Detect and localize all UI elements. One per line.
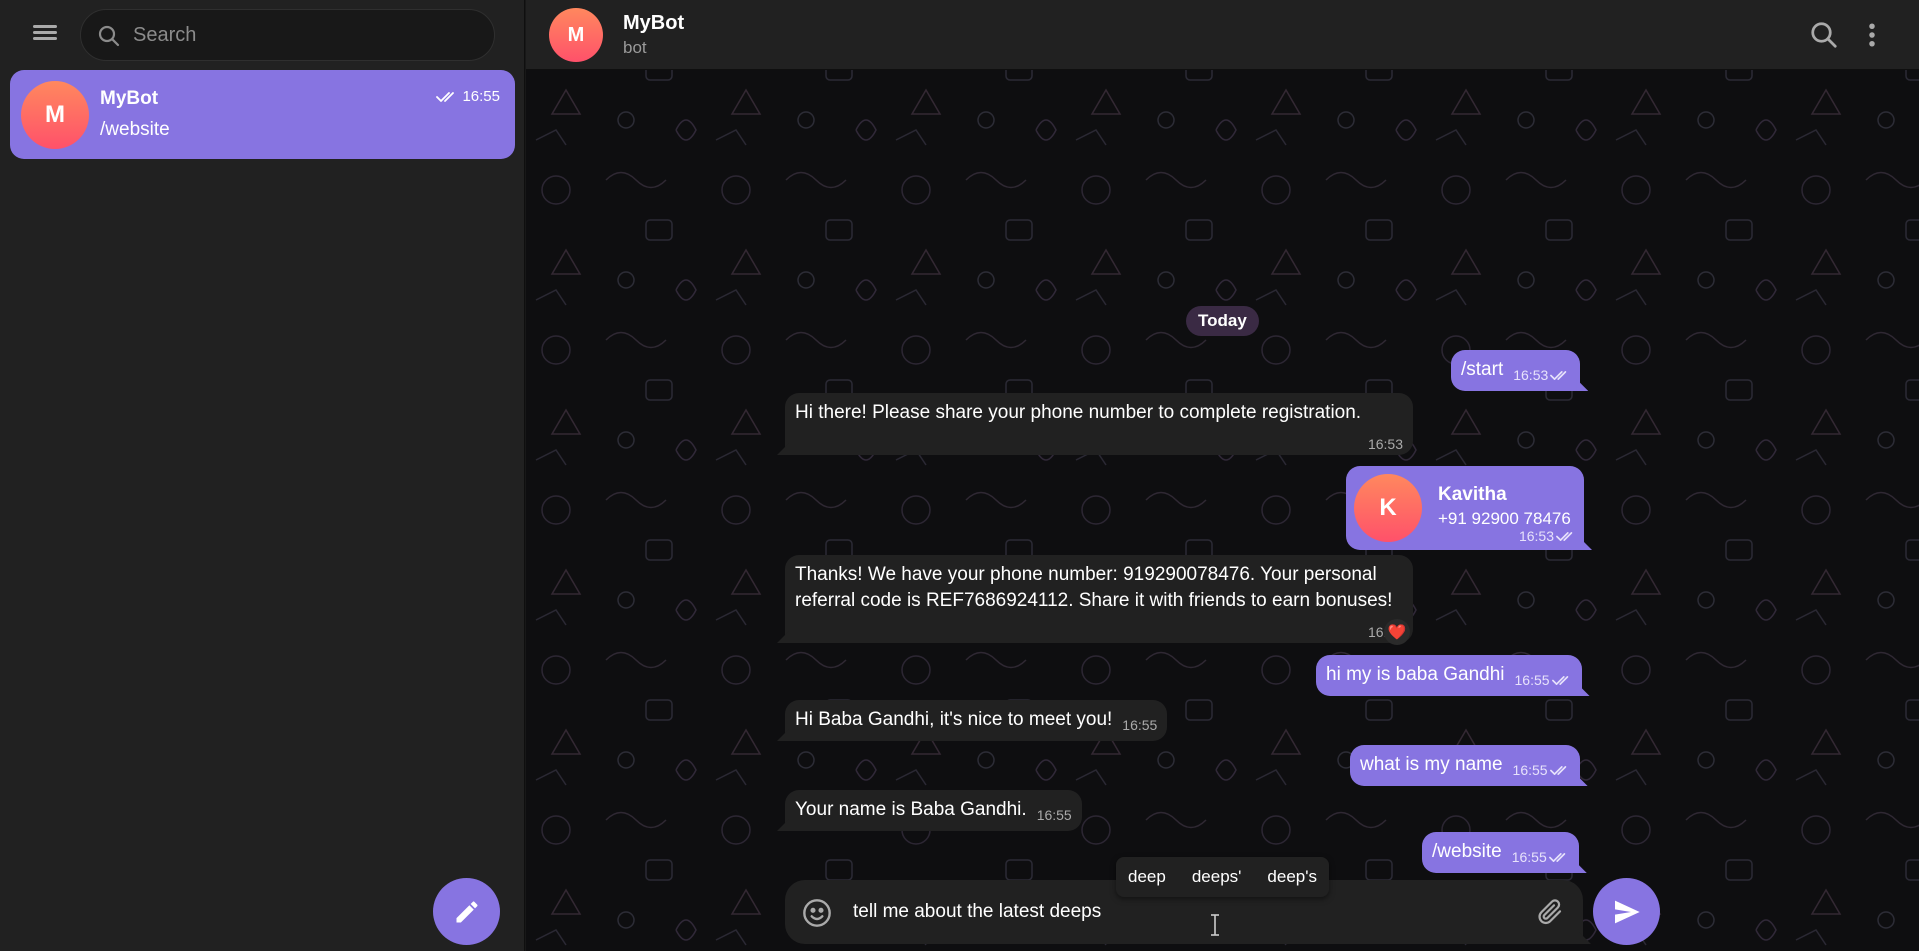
- hamburger-menu-icon[interactable]: [28, 22, 62, 48]
- message-time: 16:55: [1511, 849, 1547, 865]
- chat-status: bot: [623, 38, 647, 57]
- text-cursor-icon: [1211, 914, 1219, 936]
- message-time: 16:55: [1122, 717, 1158, 733]
- message-outgoing[interactable]: 16:55 what is my name: [1350, 745, 1580, 786]
- message-text: what is my name: [1360, 754, 1503, 775]
- chat-pane: M MyBot bot Today 16:53 /start Hi there!…: [526, 0, 1919, 951]
- search-icon: [98, 25, 120, 47]
- contact-avatar: K: [1354, 474, 1422, 542]
- message-meta: 16:55: [1513, 761, 1570, 779]
- message-outgoing[interactable]: 16:53 /start: [1451, 350, 1581, 391]
- chat-name: MyBot: [100, 88, 159, 109]
- send-icon: [1614, 900, 1640, 923]
- double-check-icon: [1549, 765, 1566, 775]
- paperclip-icon[interactable]: [1535, 897, 1565, 927]
- suggestion-item[interactable]: deep's: [1267, 867, 1317, 887]
- contact-phone: +91 92900 78476: [1438, 509, 1571, 528]
- message-time: 16:53: [1518, 528, 1554, 544]
- double-check-icon: [1550, 370, 1567, 380]
- spelling-suggestions: deep deeps' deep's: [1116, 857, 1329, 897]
- double-check-icon: [1548, 852, 1566, 862]
- message-meta: 16:53: [1513, 366, 1570, 384]
- pencil-icon: [456, 900, 478, 922]
- message-text: hi my is baba Gandhi: [1326, 664, 1505, 685]
- message-time: 16:53: [1513, 367, 1549, 383]
- chat-header[interactable]: M MyBot bot: [526, 0, 1919, 70]
- message-meta: 16:55: [1512, 848, 1569, 866]
- suggestion-item[interactable]: deeps': [1192, 867, 1242, 887]
- avatar: M: [21, 81, 89, 149]
- chat-title: MyBot: [623, 12, 685, 34]
- message-incoming[interactable]: 16:55 Your name is Baba Gandhi.: [785, 790, 1082, 831]
- double-check-icon: [436, 91, 455, 102]
- chat-last-message: /website: [100, 119, 170, 140]
- suggestion-item[interactable]: deep: [1128, 867, 1166, 887]
- search-input[interactable]: [133, 10, 473, 60]
- chat-time-text: 16:55: [462, 88, 500, 105]
- message-time: 16:55: [1514, 672, 1550, 688]
- reaction-heart[interactable]: ❤️: [1384, 619, 1410, 645]
- message-incoming[interactable]: 16:55 Hi Baba Gandhi, it's nice to meet …: [785, 700, 1168, 741]
- message-text: /website: [1432, 841, 1502, 862]
- message-outgoing[interactable]: 16:55 /website: [1422, 832, 1579, 873]
- message-time: 16:55: [1512, 762, 1548, 778]
- message-meta: 16:55: [1515, 671, 1572, 689]
- telegram-app: M MyBot /website 16:55: [0, 0, 1919, 951]
- double-check-icon: [1551, 675, 1568, 685]
- send-button[interactable]: [1593, 878, 1660, 945]
- message-meta: 16:53: [1519, 528, 1576, 544]
- message-text: /start: [1461, 359, 1504, 380]
- message-text: Thanks! We have your phone number: 91929…: [795, 564, 1393, 611]
- message-text: Hi Baba Gandhi, it's nice to meet you!: [795, 709, 1113, 730]
- message-meta: 16:55: [1037, 806, 1072, 824]
- message-outgoing[interactable]: 16:55 hi my is baba Gandhi: [1316, 655, 1582, 696]
- chat-background-pattern: [526, 0, 1919, 951]
- smiley-icon[interactable]: [801, 897, 833, 929]
- header-avatar[interactable]: M: [549, 8, 603, 62]
- contact-card[interactable]: K Kavitha +91 92900 78476 16:53: [1346, 466, 1584, 550]
- message-text: Hi there! Please share your phone number…: [795, 402, 1362, 423]
- double-check-icon: [1556, 531, 1573, 541]
- message-incoming[interactable]: Thanks! We have your phone number: 91929…: [785, 555, 1413, 643]
- compose-button[interactable]: [433, 878, 500, 945]
- sidebar: M MyBot /website 16:55: [0, 0, 525, 951]
- message-time: 16:53: [1367, 436, 1403, 452]
- more-vertical-icon[interactable]: [1857, 20, 1887, 50]
- date-separator: Today: [1186, 306, 1259, 336]
- chat-time: 16:55: [436, 88, 500, 105]
- message-text: Your name is Baba Gandhi.: [795, 799, 1027, 820]
- search-icon[interactable]: [1809, 20, 1839, 50]
- contact-name: Kavitha: [1438, 484, 1507, 505]
- search-box[interactable]: [80, 9, 495, 61]
- message-incoming[interactable]: Hi there! Please share your phone number…: [785, 393, 1413, 455]
- chat-list-item-mybot[interactable]: M MyBot /website 16:55: [10, 70, 515, 159]
- message-meta: 16:53: [1368, 435, 1403, 453]
- message-time: 16:55: [1036, 807, 1072, 823]
- message-meta: 16:55: [1122, 716, 1157, 734]
